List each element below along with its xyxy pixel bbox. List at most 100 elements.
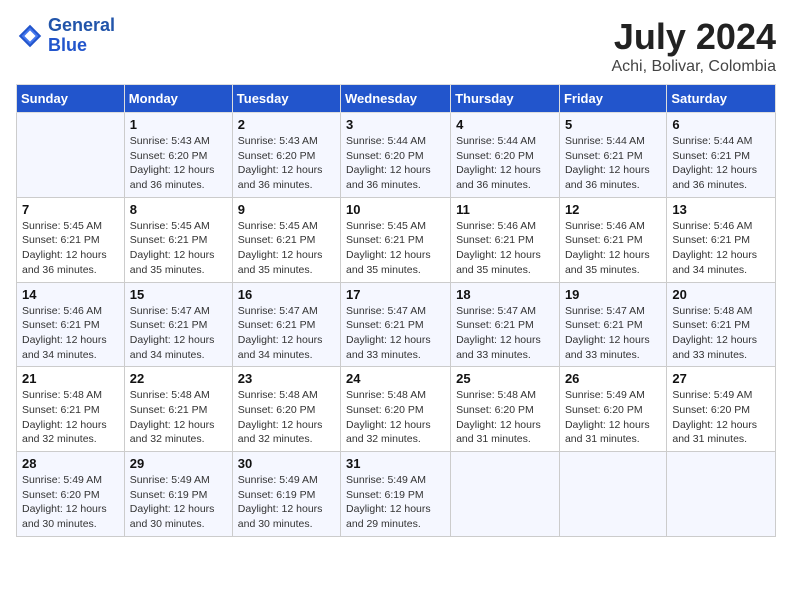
calendar-cell: 16Sunrise: 5:47 AM Sunset: 6:21 PM Dayli…: [232, 282, 340, 367]
calendar-cell: 13 Sunrise: 5:46 AM Sunset: 6:21 PM Dayli…: [667, 197, 776, 282]
day-info: Sunrise: 5:48 AM Sunset: 6:20 PM Dayligh…: [456, 388, 554, 447]
day-number: 14: [22, 287, 119, 302]
calendar-cell: 7Sunrise: 5:45 AM Sunset: 6:21 PM Daylig…: [17, 197, 125, 282]
weekday-header-cell: Sunday: [17, 85, 125, 113]
calendar-cell: 23 Sunrise: 5:48 AM Sunset: 6:20 PM Dayli…: [232, 367, 340, 452]
calendar-cell: 3Sunrise: 5:44 AM Sunset: 6:20 PM Daylig…: [341, 113, 451, 198]
day-info: Sunrise: 5:47 AM Sunset: 6:21 PM Dayligh…: [565, 304, 661, 363]
title-block: July 2024 Achi, Bolivar, Colombia: [611, 16, 776, 76]
calendar-body: 1 Sunrise: 5:43 AM Sunset: 6:20 PM Daylig…: [17, 113, 776, 537]
day-info: Sunrise: 5:48 AM Sunset: 6:21 PM Dayligh…: [672, 304, 770, 363]
calendar-cell: 18 Sunrise: 5:47 AM Sunset: 6:21 PM Dayli…: [451, 282, 560, 367]
location-title: Achi, Bolivar, Colombia: [611, 58, 776, 76]
day-number: 13: [672, 202, 770, 217]
day-info: Sunrise: 5:47 AM Sunset: 6:21 PM Dayligh…: [346, 304, 445, 363]
calendar-week-row: 28 Sunrise: 5:49 AM Sunset: 6:20 PM Dayli…: [17, 452, 776, 537]
day-number: 27: [672, 371, 770, 386]
day-number: 22: [130, 371, 227, 386]
day-number: 8: [130, 202, 227, 217]
day-info: Sunrise: 5:49 AM Sunset: 6:20 PM Dayligh…: [672, 388, 770, 447]
day-info: Sunrise: 5:44 AM Sunset: 6:21 PM Dayligh…: [565, 134, 661, 193]
day-number: 6: [672, 117, 770, 132]
day-number: 23: [238, 371, 335, 386]
day-number: 21: [22, 371, 119, 386]
day-info: Sunrise: 5:44 AM Sunset: 6:21 PM Dayligh…: [672, 134, 770, 193]
calendar-cell: [17, 113, 125, 198]
day-info: Sunrise: 5:48 AM Sunset: 6:20 PM Dayligh…: [346, 388, 445, 447]
calendar-cell: [667, 452, 776, 537]
day-number: 30: [238, 456, 335, 471]
day-number: 5: [565, 117, 661, 132]
month-title: July 2024: [611, 16, 776, 58]
calendar-cell: [559, 452, 666, 537]
day-info: Sunrise: 5:46 AM Sunset: 6:21 PM Dayligh…: [565, 219, 661, 278]
day-number: 12: [565, 202, 661, 217]
day-info: Sunrise: 5:47 AM Sunset: 6:21 PM Dayligh…: [130, 304, 227, 363]
day-number: 7: [22, 202, 119, 217]
day-number: 16: [238, 287, 335, 302]
day-number: 3: [346, 117, 445, 132]
day-number: 9: [238, 202, 335, 217]
calendar-week-row: 7 Sunrise: 5:45 AM Sunset: 6:21 PM Daylig…: [17, 197, 776, 282]
day-number: 25: [456, 371, 554, 386]
calendar-cell: 17 Sunrise: 5:47 AM Sunset: 6:21 PM Dayli…: [341, 282, 451, 367]
day-info: Sunrise: 5:48 AM Sunset: 6:21 PM Dayligh…: [22, 388, 119, 447]
day-number: 24: [346, 371, 445, 386]
logo-line1: General: [48, 15, 115, 35]
weekday-header-cell: Wednesday: [341, 85, 451, 113]
calendar-cell: 28 Sunrise: 5:49 AM Sunset: 6:20 PM Dayli…: [17, 452, 125, 537]
calendar-cell: 30 Sunrise: 5:49 AM Sunset: 6:19 PM Dayli…: [232, 452, 340, 537]
day-number: 19: [565, 287, 661, 302]
weekday-header-cell: Monday: [124, 85, 232, 113]
day-info: Sunrise: 5:46 AM Sunset: 6:21 PM Dayligh…: [22, 304, 119, 363]
day-number: 2: [238, 117, 335, 132]
day-number: 20: [672, 287, 770, 302]
day-info: Sunrise: 5:49 AM Sunset: 6:19 PM Dayligh…: [238, 473, 335, 532]
calendar-cell: 1Sunrise: 5:43 AM Sunset: 6:20 PM Daylig…: [124, 113, 232, 198]
calendar-cell: 29Sunrise: 5:49 AM Sunset: 6:19 PM Dayli…: [124, 452, 232, 537]
day-info: Sunrise: 5:48 AM Sunset: 6:21 PM Dayligh…: [130, 388, 227, 447]
calendar-cell: 6 Sunrise: 5:44 AM Sunset: 6:21 PM Daylig…: [667, 113, 776, 198]
logo-icon: [16, 22, 44, 50]
day-info: Sunrise: 5:43 AM Sunset: 6:20 PM Dayligh…: [238, 134, 335, 193]
weekday-header-cell: Saturday: [667, 85, 776, 113]
weekday-header-cell: Friday: [559, 85, 666, 113]
weekday-header-cell: Thursday: [451, 85, 560, 113]
day-number: 15: [130, 287, 227, 302]
day-number: 4: [456, 117, 554, 132]
calendar-cell: [451, 452, 560, 537]
day-number: 31: [346, 456, 445, 471]
calendar-week-row: 21 Sunrise: 5:48 AM Sunset: 6:21 PM Dayli…: [17, 367, 776, 452]
day-info: Sunrise: 5:47 AM Sunset: 6:21 PM Dayligh…: [456, 304, 554, 363]
day-info: Sunrise: 5:49 AM Sunset: 6:20 PM Dayligh…: [22, 473, 119, 532]
page-header: General Blue July 2024 Achi, Bolivar, Co…: [16, 16, 776, 76]
calendar-week-row: 14 Sunrise: 5:46 AM Sunset: 6:21 PM Dayli…: [17, 282, 776, 367]
day-info: Sunrise: 5:46 AM Sunset: 6:21 PM Dayligh…: [672, 219, 770, 278]
calendar-cell: 25 Sunrise: 5:48 AM Sunset: 6:20 PM Dayli…: [451, 367, 560, 452]
day-number: 10: [346, 202, 445, 217]
day-number: 1: [130, 117, 227, 132]
day-info: Sunrise: 5:44 AM Sunset: 6:20 PM Dayligh…: [456, 134, 554, 193]
logo-line2: Blue: [48, 35, 87, 55]
day-info: Sunrise: 5:45 AM Sunset: 6:21 PM Dayligh…: [346, 219, 445, 278]
calendar-cell: 19 Sunrise: 5:47 AM Sunset: 6:21 PM Dayli…: [559, 282, 666, 367]
calendar-cell: 5 Sunrise: 5:44 AM Sunset: 6:21 PM Daylig…: [559, 113, 666, 198]
calendar-week-row: 1 Sunrise: 5:43 AM Sunset: 6:20 PM Daylig…: [17, 113, 776, 198]
day-number: 17: [346, 287, 445, 302]
calendar-cell: 8Sunrise: 5:45 AM Sunset: 6:21 PM Daylig…: [124, 197, 232, 282]
day-info: Sunrise: 5:49 AM Sunset: 6:19 PM Dayligh…: [130, 473, 227, 532]
calendar-table: SundayMondayTuesdayWednesdayThursdayFrid…: [16, 84, 776, 537]
logo: General Blue: [16, 16, 115, 56]
calendar-cell: 14 Sunrise: 5:46 AM Sunset: 6:21 PM Dayli…: [17, 282, 125, 367]
calendar-cell: 4 Sunrise: 5:44 AM Sunset: 6:20 PM Daylig…: [451, 113, 560, 198]
calendar-cell: 11Sunrise: 5:46 AM Sunset: 6:21 PM Dayli…: [451, 197, 560, 282]
day-number: 18: [456, 287, 554, 302]
day-info: Sunrise: 5:48 AM Sunset: 6:20 PM Dayligh…: [238, 388, 335, 447]
day-info: Sunrise: 5:49 AM Sunset: 6:19 PM Dayligh…: [346, 473, 445, 532]
day-number: 28: [22, 456, 119, 471]
calendar-cell: 22 Sunrise: 5:48 AM Sunset: 6:21 PM Dayli…: [124, 367, 232, 452]
calendar-cell: 9Sunrise: 5:45 AM Sunset: 6:21 PM Daylig…: [232, 197, 340, 282]
calendar-cell: 24 Sunrise: 5:48 AM Sunset: 6:20 PM Dayli…: [341, 367, 451, 452]
calendar-cell: 10 Sunrise: 5:45 AM Sunset: 6:21 PM Dayli…: [341, 197, 451, 282]
calendar-cell: 15 Sunrise: 5:47 AM Sunset: 6:21 PM Dayli…: [124, 282, 232, 367]
